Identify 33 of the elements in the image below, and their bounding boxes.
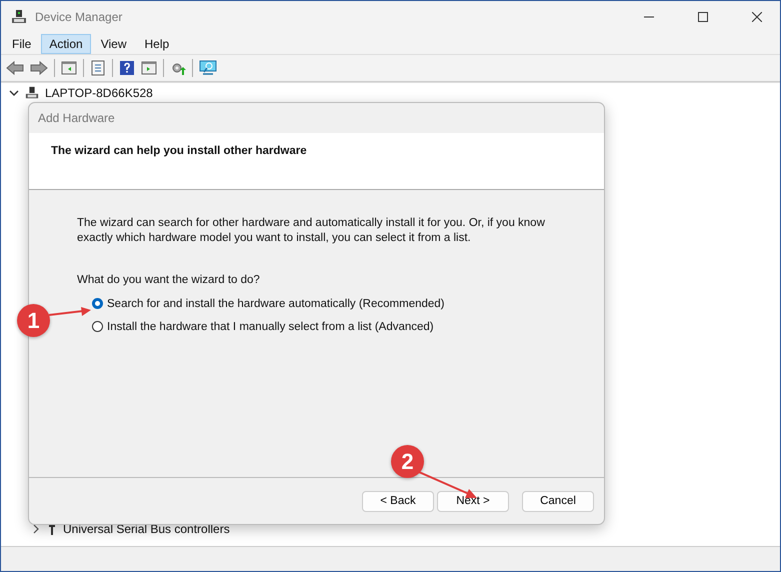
menu-item[interactable]: Action	[41, 34, 91, 54]
menu-item[interactable]: Help	[136, 34, 178, 54]
tree-item[interactable]: Universal Serial Bus controllers	[63, 522, 230, 536]
radio-icon[interactable]	[92, 321, 103, 332]
radio-option[interactable]: Search for and install the hardware automatically (Recommended)	[92, 292, 556, 315]
menu-item[interactable]: View	[92, 34, 134, 54]
monitor-search-icon[interactable]	[199, 60, 217, 76]
close-icon[interactable]	[752, 12, 762, 22]
usb-icon	[47, 522, 57, 536]
document-icon[interactable]	[90, 60, 106, 76]
dialog-button[interactable]: Cancel	[522, 490, 594, 512]
back-arrow-icon[interactable]	[6, 61, 24, 75]
dialog-button[interactable]: < Back	[362, 490, 434, 512]
chevron-down-icon[interactable]	[9, 88, 19, 98]
forward-arrow-icon[interactable]	[30, 61, 48, 75]
window-title: Device Manager	[35, 10, 122, 24]
wizard-description: The wizard can search for other hardware and automatically install it for you. Or, if you know exactly which hardware model you want to install, you can select it from a list.	[77, 216, 546, 246]
maximize-icon[interactable]	[698, 12, 708, 22]
window-icon[interactable]	[61, 60, 77, 76]
menu-item[interactable]: File	[4, 34, 40, 54]
wizard-heading: The wizard can help you install other hardware	[51, 145, 307, 157]
computer-icon	[25, 86, 39, 100]
radio-icon[interactable]	[92, 298, 103, 309]
chevron-right-icon[interactable]	[31, 524, 41, 534]
dialog-title: Add Hardware	[37, 110, 116, 127]
dialog-button[interactable]: Next >	[437, 490, 509, 512]
help-icon[interactable]	[119, 60, 135, 76]
radio-option[interactable]: Install the hardware that I manually select from a list (Advanced)	[92, 315, 556, 338]
tree-item[interactable]: LAPTOP-8D66K528	[45, 86, 153, 100]
question-label: What do you want the wizard to do?	[77, 274, 261, 286]
window-icon[interactable]	[141, 60, 157, 76]
annotation-arrow	[49, 307, 91, 319]
computer-icon	[11, 9, 27, 25]
